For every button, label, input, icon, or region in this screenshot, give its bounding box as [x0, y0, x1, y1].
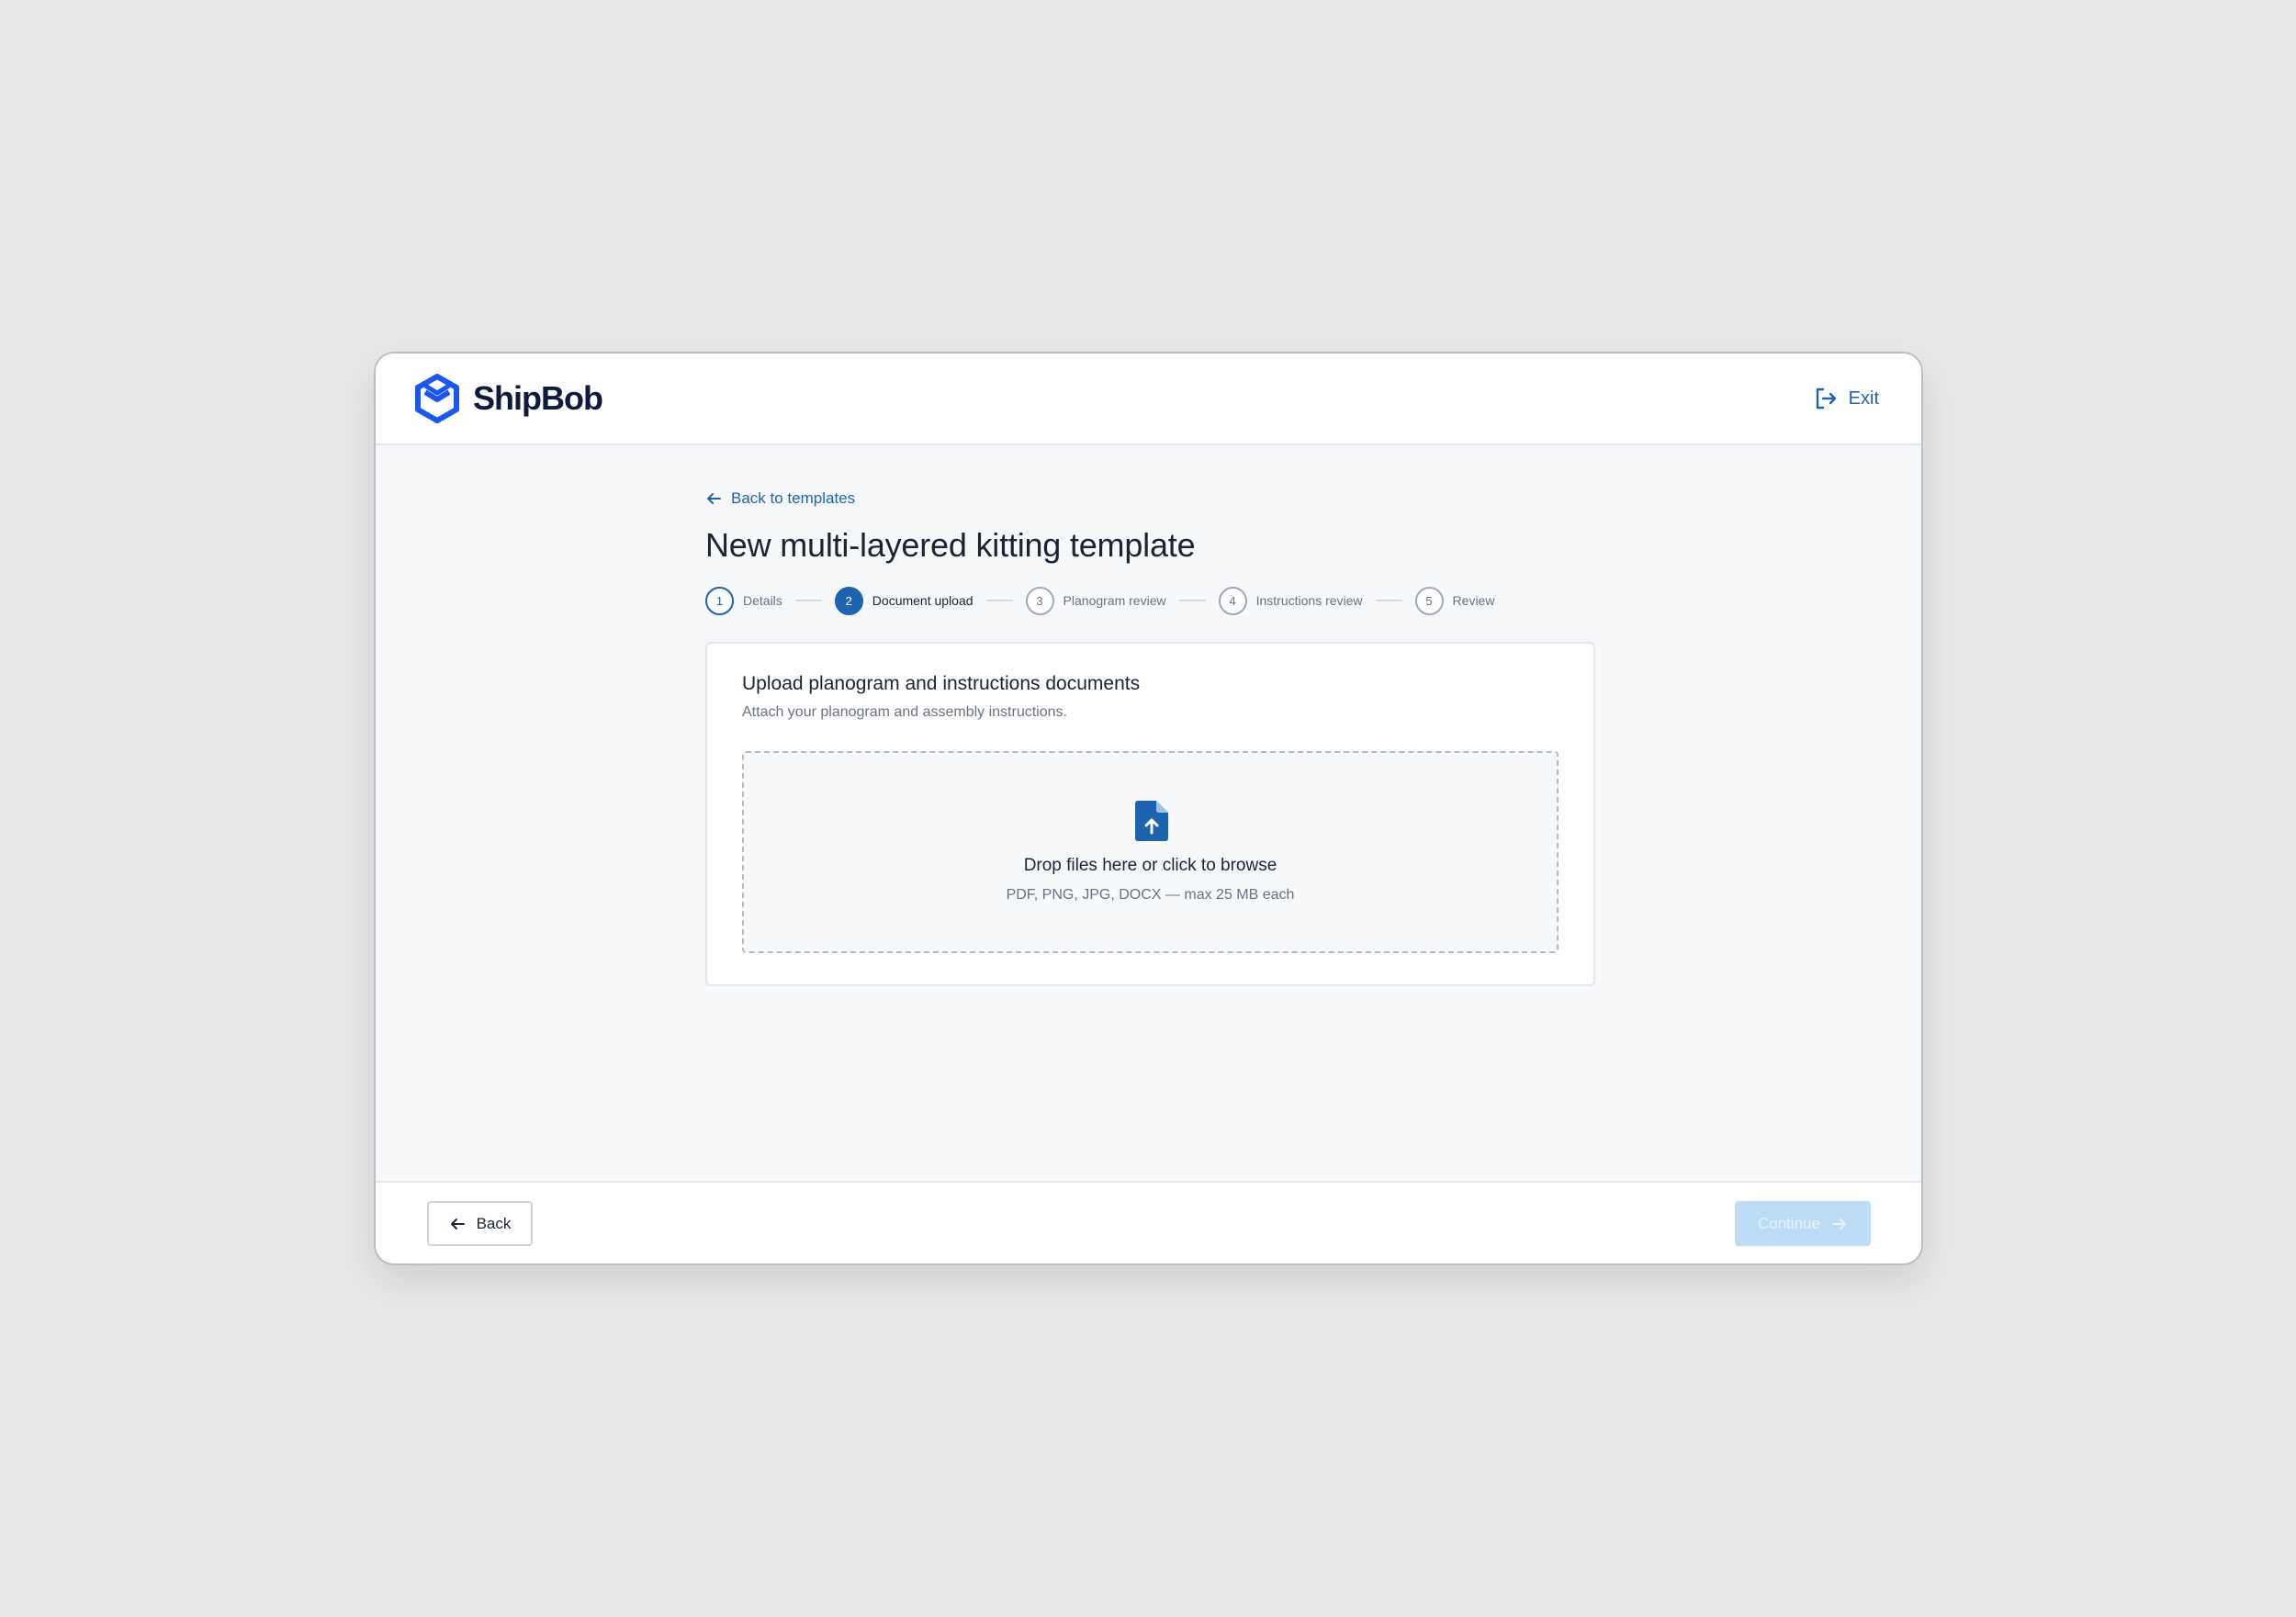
step-number: 4 [1218, 586, 1247, 615]
step-label: Review [1452, 593, 1495, 608]
arrow-left-icon [707, 493, 721, 504]
card-subtitle: Attach your planogram and assembly instr… [742, 704, 1067, 720]
step-instructions-review[interactable]: 4 Instructions review [1218, 586, 1363, 615]
back-button[interactable]: Back [427, 1201, 533, 1246]
step-connector [985, 600, 1013, 601]
stepper: 1 Details 2 Document upload 3 Planogram … [705, 585, 1605, 616]
step-label: Details [743, 593, 782, 608]
upload-card: Upload planogram and instructions docume… [705, 642, 1595, 986]
step-connector [1178, 600, 1206, 601]
shipbob-logo[interactable]: ShipBob [414, 374, 603, 423]
continue-button[interactable]: Continue [1735, 1201, 1871, 1246]
step-label: Planogram review [1063, 593, 1166, 608]
arrow-right-icon [1832, 1218, 1847, 1230]
step-label: Document upload [872, 593, 974, 608]
shipbob-logo-icon [415, 374, 459, 423]
top-bar: ShipBob Exit [376, 354, 1921, 445]
step-connector [794, 600, 822, 601]
main-content: Back to templates New multi-layered kitt… [705, 488, 1605, 986]
back-link-label: Back to templates [731, 489, 856, 507]
step-document-upload[interactable]: 2 Document upload [834, 586, 974, 615]
page-title: New multi-layered kitting template [705, 526, 1196, 564]
brand-name: ShipBob [473, 379, 603, 417]
exit-label: Exit [1848, 387, 1879, 409]
app-window: ShipBob Exit Back to templates New multi… [374, 352, 1923, 1265]
step-label: Instructions review [1255, 593, 1363, 608]
step-number: 1 [705, 586, 734, 615]
dropzone-hint: PDF, PNG, JPG, DOCX — max 25 MB each [1006, 887, 1295, 903]
step-planogram-review[interactable]: 3 Planogram review [1025, 586, 1166, 615]
step-number: 5 [1414, 586, 1444, 615]
step-number: 3 [1025, 586, 1054, 615]
back-to-templates-link[interactable]: Back to templates [705, 488, 1605, 510]
step-number: 2 [834, 586, 863, 615]
back-button-label: Back [476, 1214, 512, 1232]
exit-icon [1816, 387, 1836, 410]
file-upload-icon [1135, 801, 1168, 841]
arrow-left-icon [450, 1218, 465, 1230]
step-review[interactable]: 5 Review [1414, 586, 1495, 615]
step-connector [1375, 600, 1402, 601]
step-details[interactable]: 1 Details [705, 586, 782, 615]
file-dropzone[interactable]: Drop files here or click to browse PDF, … [742, 751, 1559, 953]
dropzone-title: Drop files here or click to browse [1023, 856, 1277, 875]
card-title: Upload planogram and instructions docume… [742, 673, 1141, 694]
footer-bar: Back Continue [376, 1181, 1921, 1263]
continue-button-label: Continue [1757, 1214, 1821, 1232]
exit-button[interactable]: Exit [1813, 384, 1879, 413]
